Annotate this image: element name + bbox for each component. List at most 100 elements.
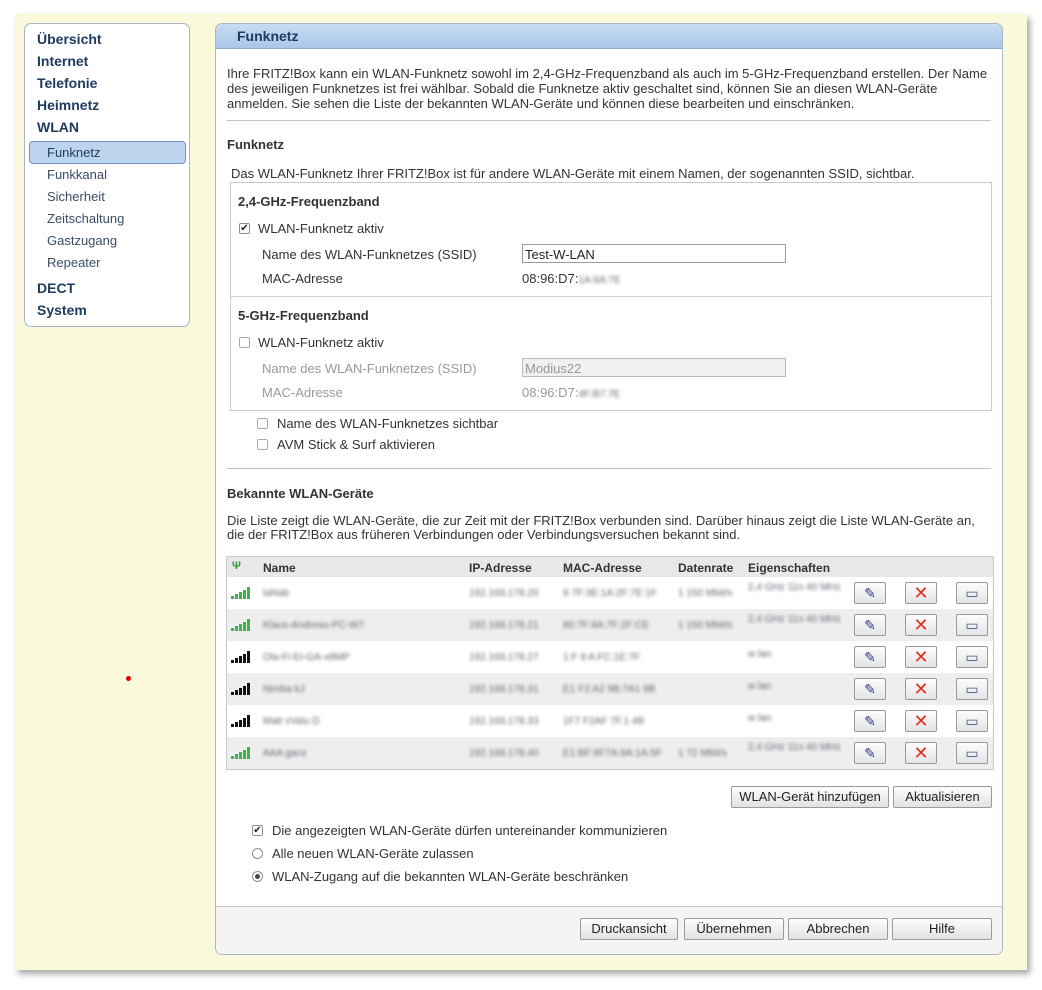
table-header: Ψ Name IP-Adresse MAC-Adresse Datenrate … — [227, 557, 993, 577]
band5-ssid-label: Name des WLAN-Funknetzes (SSID) — [262, 361, 477, 376]
nav-sicherheit[interactable]: Sicherheit — [47, 189, 105, 204]
nav-telefonie[interactable]: Telefonie — [37, 75, 97, 91]
device-mac: 9 7F:3E:1A:2F:7E:1F — [563, 588, 657, 599]
nav-wlan[interactable]: WLAN — [37, 119, 79, 135]
delete-button[interactable]: ✕ — [905, 710, 937, 732]
message-button[interactable]: ▭ — [956, 646, 988, 668]
message-button[interactable]: ▭ — [956, 678, 988, 700]
edit-button[interactable]: ✎ — [854, 742, 886, 764]
message-icon: ▭ — [965, 745, 979, 761]
nav-dect[interactable]: DECT — [37, 280, 75, 296]
edit-button[interactable]: ✎ — [854, 710, 886, 732]
edit-button[interactable]: ✎ — [854, 614, 886, 636]
allow-all-label: Alle neuen WLAN-Geräte zulassen — [272, 846, 474, 861]
antenna-icon: Ψ — [232, 560, 241, 572]
device-name: Matt vValu D — [263, 716, 320, 727]
edit-button[interactable]: ✎ — [854, 582, 886, 604]
message-button[interactable]: ▭ — [956, 742, 988, 764]
stick-surf-checkbox[interactable] — [257, 439, 268, 450]
delete-icon: ✕ — [913, 583, 929, 603]
cancel-button[interactable]: Abbrechen — [788, 918, 888, 940]
message-icon: ▭ — [965, 681, 979, 697]
message-button[interactable]: ▭ — [956, 582, 988, 604]
col-ip[interactable]: IP-Adresse — [469, 561, 532, 575]
band5-active-checkbox[interactable] — [239, 337, 250, 348]
band24-heading: 2,4-GHz-Frequenzband — [238, 194, 380, 209]
device-ip: 192.168.178.31 — [469, 684, 539, 695]
allow-all-radio[interactable] — [252, 848, 263, 859]
band24-ssid-input[interactable]: Test-W-LAN — [522, 244, 786, 263]
nav-funknetz[interactable]: Funknetz — [47, 145, 100, 160]
band24-active-checkbox[interactable]: ✔ — [239, 223, 250, 234]
table-row: Nimba kJ 192.168.178.31 E1 F2:A2 9B:7A1 … — [227, 673, 993, 705]
band24-active-label: WLAN-Funknetz aktiv — [258, 221, 384, 236]
edit-icon: ✎ — [864, 713, 876, 729]
delete-icon: ✕ — [913, 615, 929, 635]
band5-ssid-input[interactable]: Modius22 — [522, 358, 786, 377]
ssid-visible-label: Name des WLAN-Funknetzes sichtbar — [277, 416, 499, 431]
edit-button[interactable]: ✎ — [854, 646, 886, 668]
devices-table: Ψ Name IP-Adresse MAC-Adresse Datenrate … — [226, 556, 994, 770]
message-icon: ▭ — [965, 649, 979, 665]
device-name: Ola-Fi-EI-GA-x8MP — [263, 652, 350, 663]
nav-zeitschaltung[interactable]: Zeitschaltung — [47, 211, 124, 226]
col-props[interactable]: Eigenschaften — [748, 561, 830, 575]
col-name[interactable]: Name — [263, 561, 296, 575]
nav-funkkanal[interactable]: Funkkanal — [47, 167, 107, 182]
help-button[interactable]: Hilfe — [892, 918, 992, 940]
edit-button[interactable]: ✎ — [854, 678, 886, 700]
delete-button[interactable]: ✕ — [905, 678, 937, 700]
refresh-button[interactable]: Aktualisieren — [893, 786, 992, 808]
communicate-checkbox[interactable]: ✔ — [252, 825, 263, 836]
signal-icon — [231, 619, 253, 631]
band-box: 2,4-GHz-Frequenzband ✔ WLAN-Funknetz akt… — [230, 182, 992, 411]
add-device-button[interactable]: WLAN-Gerät hinzufügen — [731, 786, 889, 808]
device-rate: 1 150 Mbit/s — [678, 620, 733, 631]
apply-button[interactable]: Übernehmen — [684, 918, 784, 940]
message-icon: ▭ — [965, 617, 979, 633]
funknetz-heading: Funknetz — [227, 137, 285, 152]
nav-uebersicht[interactable]: Übersicht — [37, 31, 102, 47]
devices-desc-2: die der FRITZ!Box aus früheren Verbindun… — [227, 527, 741, 542]
ssid-visible-checkbox[interactable] — [257, 418, 268, 429]
signal-icon — [231, 651, 253, 663]
device-props: w lan — [748, 713, 772, 724]
device-props: 2,4 GHz 11n 40 MHz — [748, 614, 841, 625]
band24-mac-value: 08:96:D7:1A:6A:7E — [522, 271, 621, 288]
band24-mac-label: MAC-Adresse — [262, 271, 343, 286]
col-mac[interactable]: MAC-Adresse — [563, 561, 642, 575]
table-row: laNab 192.168.178.20 9 7F:3E:1A:2F:7E:1F… — [227, 577, 993, 609]
nav-system[interactable]: System — [37, 302, 87, 318]
intro-line-2: des jeweiligen Funknetzes ist frei wählb… — [227, 81, 938, 96]
device-mac: 1:F 9 A:FC:1E:7F — [563, 652, 641, 663]
nav-repeater[interactable]: Repeater — [47, 255, 100, 270]
nav-internet[interactable]: Internet — [37, 53, 88, 69]
page-title: Funknetz — [237, 28, 299, 44]
nav-gastzugang[interactable]: Gastzugang — [47, 233, 117, 248]
band24-mac-hidden: 1A:6A:7E — [578, 275, 621, 286]
divider — [227, 120, 991, 121]
col-rate[interactable]: Datenrate — [678, 561, 733, 575]
devices-desc-1: Die Liste zeigt die WLAN-Geräte, die zur… — [227, 513, 975, 528]
signal-icon — [231, 715, 253, 727]
message-button[interactable]: ▭ — [956, 614, 988, 636]
delete-icon: ✕ — [913, 679, 929, 699]
delete-button[interactable]: ✕ — [905, 742, 937, 764]
device-name: Nimba kJ — [263, 684, 305, 695]
band5-mac-hidden: 4F:B7:7E — [578, 389, 621, 400]
main-panel: Funknetz Ihre FRITZ!Box kann ein WLAN-Fu… — [215, 23, 1003, 955]
nav-heimnetz[interactable]: Heimnetz — [37, 97, 99, 113]
table-row: Matt vValu D 192.168.178.33 1F7 F2AF 7F.… — [227, 705, 993, 737]
device-ip: 192.168.178.20 — [469, 588, 539, 599]
delete-button[interactable]: ✕ — [905, 614, 937, 636]
delete-button[interactable]: ✕ — [905, 646, 937, 668]
message-button[interactable]: ▭ — [956, 710, 988, 732]
print-button[interactable]: Druckansicht — [580, 918, 678, 940]
signal-icon — [231, 683, 253, 695]
delete-button[interactable]: ✕ — [905, 582, 937, 604]
table-row: Ola-Fi-EI-GA-x8MP 192.168.178.27 1:F 9 A… — [227, 641, 993, 673]
device-props: 2,4 GHz 11n 40 MHz — [748, 582, 841, 593]
edit-icon: ✎ — [864, 617, 876, 633]
band5-active-label: WLAN-Funknetz aktiv — [258, 335, 384, 350]
restrict-radio[interactable] — [252, 871, 263, 882]
